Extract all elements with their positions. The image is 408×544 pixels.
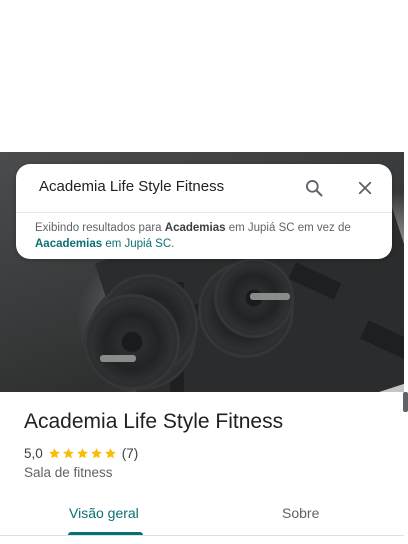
search-input[interactable]: Academia Life Style Fitness [39,178,224,195]
search-divider [16,212,392,213]
scrollbar[interactable] [403,392,408,412]
star-icon [48,447,60,458]
review-count: (7) [121,445,139,461]
search-icon [306,180,323,197]
link-rest: em Jupiá SC [102,238,172,250]
search-card: Academia Life Style Fitness Exibindo res… [16,164,392,259]
photo-bar [250,293,290,300]
place-title: Academia Life Style Fitness [24,410,284,433]
tab-about[interactable]: Sobre [282,505,319,521]
top-blank-area [0,0,408,152]
photo-plate [84,294,180,390]
rating-value: 5,0 [24,445,43,461]
star-icon [90,447,102,458]
photo-bar [100,355,136,362]
original-query-link[interactable]: Aacademias em Jupiá SC [35,238,171,250]
close-icon [358,181,372,195]
place-category[interactable]: Sala de fitness [24,465,113,480]
notice-middle: em Jupiá SC em vez de [225,222,351,234]
search-button[interactable] [302,176,326,200]
search-correction-notice: Exibindo resultados para Academias em Ju… [35,220,375,252]
search-row: Academia Life Style Fitness [16,164,392,212]
rating-row[interactable]: 5,0 (7) [24,444,138,462]
notice-term: Academias [164,222,226,234]
tab-overview[interactable]: Visão geral [69,505,139,521]
rating-stars [48,447,118,460]
star-icon [104,447,116,458]
star-icon [62,447,74,458]
tabs-divider [0,535,404,536]
star-icon [76,447,88,458]
link-term: Aacademias [35,238,103,250]
notice-suffix: . [171,238,175,250]
notice-prefix: Exibindo resultados para [35,222,165,234]
close-button[interactable] [353,176,377,200]
